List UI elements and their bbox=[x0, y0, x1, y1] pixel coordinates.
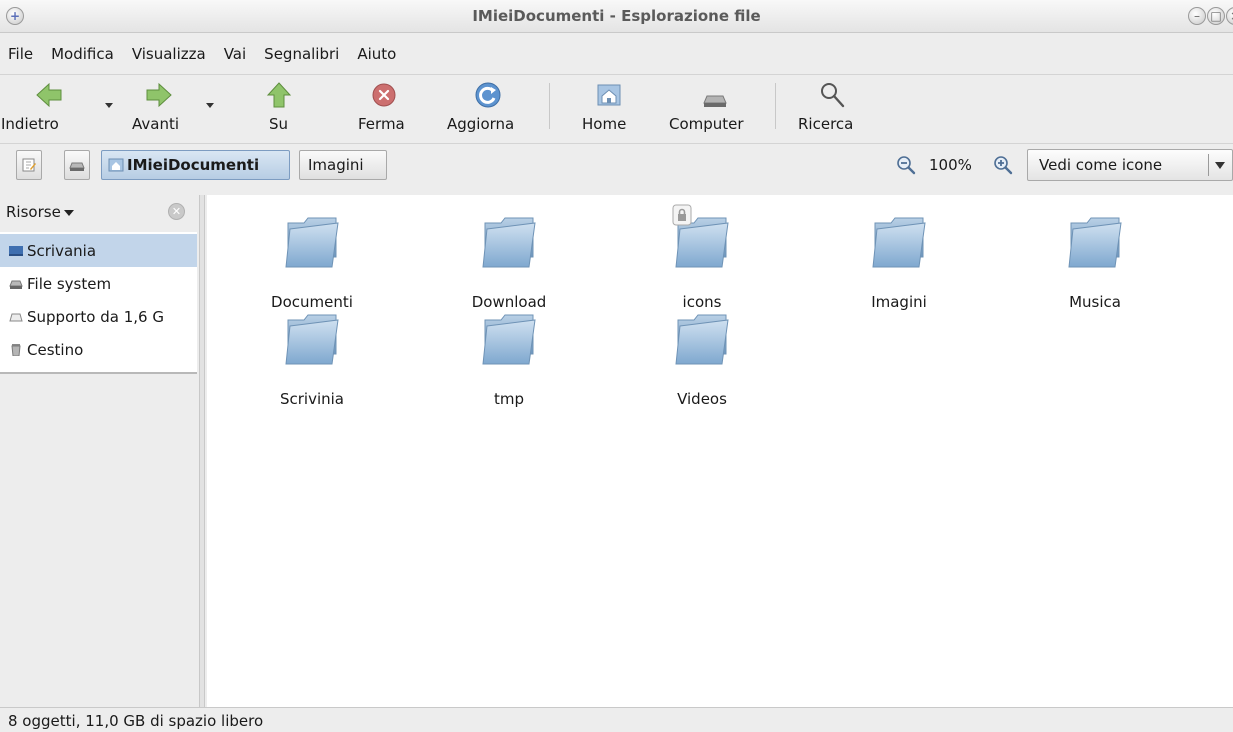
computer-button[interactable]: Computer bbox=[667, 75, 767, 143]
view-mode-select[interactable]: Vedi come icone bbox=[1027, 149, 1233, 181]
menu-vai[interactable]: Vai bbox=[217, 45, 257, 71]
folder-item-musica[interactable]: Musica bbox=[1020, 209, 1170, 311]
close-sidebar-button[interactable]: ✕ bbox=[168, 203, 185, 220]
sidebar-item-supporto[interactable]: Supporto da 1,6 G bbox=[0, 300, 197, 333]
file-icon-view: Documenti Download icons Imagini Musica … bbox=[207, 195, 1233, 707]
status-text: 8 oggetti, 11,0 GB di spazio libero bbox=[8, 712, 264, 730]
sidebar-item-scrivania[interactable]: Scrivania bbox=[0, 234, 197, 267]
toolbar-separator bbox=[775, 83, 776, 129]
menu-segnalibri[interactable]: Segnalibri bbox=[257, 45, 350, 71]
folder-item-documenti[interactable]: Documenti bbox=[237, 209, 387, 311]
desktop-icon bbox=[9, 245, 23, 256]
title-bar: + IMieiDocumenti - Esplorazione file – □… bbox=[0, 0, 1233, 33]
drive-icon bbox=[9, 280, 23, 289]
folder-item-imagini[interactable]: Imagini bbox=[824, 209, 974, 311]
computer-icon bbox=[703, 95, 727, 107]
folder-icon bbox=[869, 209, 929, 269]
back-arrow-icon bbox=[36, 82, 62, 108]
up-button[interactable]: Su bbox=[258, 75, 302, 143]
search-icon bbox=[821, 83, 845, 108]
lock-icon bbox=[672, 204, 692, 226]
folder-icon bbox=[1065, 209, 1125, 269]
edit-location-icon bbox=[22, 158, 36, 172]
search-button[interactable]: Ricerca bbox=[797, 75, 873, 143]
folder-item-videos[interactable]: Videos bbox=[627, 306, 777, 408]
maximize-button[interactable]: □ bbox=[1207, 7, 1225, 25]
up-arrow-icon bbox=[266, 82, 292, 108]
drive-icon bbox=[69, 162, 85, 171]
folder-icon bbox=[282, 209, 342, 269]
menu-file[interactable]: File bbox=[0, 45, 44, 71]
crumb-imieidocumenti[interactable]: IMieiDocumenti bbox=[101, 150, 290, 180]
chevron-down-icon bbox=[1215, 162, 1225, 169]
toggle-location-entry-button[interactable] bbox=[16, 150, 42, 180]
sidebar: Risorse ✕ Scrivania File system Supporto… bbox=[0, 195, 199, 707]
sidebar-type-selector[interactable]: Risorse bbox=[6, 203, 74, 221]
folder-icon bbox=[282, 306, 342, 366]
back-history-dropdown[interactable] bbox=[105, 103, 113, 108]
places-list: Scrivania File system Supporto da 1,6 G … bbox=[0, 232, 197, 374]
folder-item-icons[interactable]: icons bbox=[627, 204, 777, 311]
home-icon bbox=[597, 84, 621, 106]
folder-icon bbox=[672, 306, 732, 366]
stop-icon bbox=[372, 83, 396, 107]
forward-history-dropdown[interactable] bbox=[206, 103, 214, 108]
sidebar-item-cestino[interactable]: Cestino bbox=[0, 333, 197, 366]
location-bar: IMieiDocumenti Imagini 100% Vedi come ic… bbox=[0, 146, 1233, 190]
menu-bar: File Modifica Visualizza Vai Segnalibri … bbox=[0, 45, 407, 71]
folder-item-download[interactable]: Download bbox=[434, 209, 584, 311]
forward-arrow-icon bbox=[146, 82, 172, 108]
minimize-button[interactable]: – bbox=[1188, 7, 1206, 25]
home-button[interactable]: Home bbox=[580, 75, 640, 143]
forward-button[interactable]: Avanti bbox=[128, 75, 208, 143]
menu-aiuto[interactable]: Aiuto bbox=[350, 45, 407, 71]
sidebar-item-file-system[interactable]: File system bbox=[0, 267, 197, 300]
removable-media-icon bbox=[9, 313, 23, 321]
dropdown-arrow-icon bbox=[63, 209, 74, 216]
menu-modifica[interactable]: Modifica bbox=[44, 45, 125, 71]
folder-item-scrivinia[interactable]: Scrivinia bbox=[237, 306, 387, 408]
menu-visualizza[interactable]: Visualizza bbox=[125, 45, 217, 71]
crumb-computer-button[interactable] bbox=[64, 150, 90, 180]
sidebar-resize-handle[interactable] bbox=[199, 195, 205, 707]
zoom-in-icon[interactable] bbox=[993, 155, 1013, 175]
window-title: IMieiDocumenti - Esplorazione file bbox=[472, 7, 761, 25]
stop-button[interactable]: Ferma bbox=[354, 75, 416, 143]
trash-icon bbox=[11, 343, 21, 356]
folder-item-tmp[interactable]: tmp bbox=[434, 306, 584, 408]
status-bar: 8 oggetti, 11,0 GB di spazio libero bbox=[0, 707, 1233, 732]
home-folder-icon bbox=[108, 158, 124, 172]
zoom-level[interactable]: 100% bbox=[929, 156, 972, 174]
reload-icon bbox=[475, 82, 501, 108]
zoom-out-icon[interactable] bbox=[896, 155, 916, 175]
reload-button[interactable]: Aggiorna bbox=[446, 75, 536, 143]
folder-icon bbox=[479, 209, 539, 269]
crumb-imagini[interactable]: Imagini bbox=[299, 150, 387, 180]
folder-icon bbox=[479, 306, 539, 366]
toolbar: Indietro Avanti Su Ferma Aggiorna Home C… bbox=[0, 74, 1233, 144]
toolbar-separator bbox=[549, 83, 550, 129]
back-button[interactable]: Indietro bbox=[0, 75, 100, 143]
